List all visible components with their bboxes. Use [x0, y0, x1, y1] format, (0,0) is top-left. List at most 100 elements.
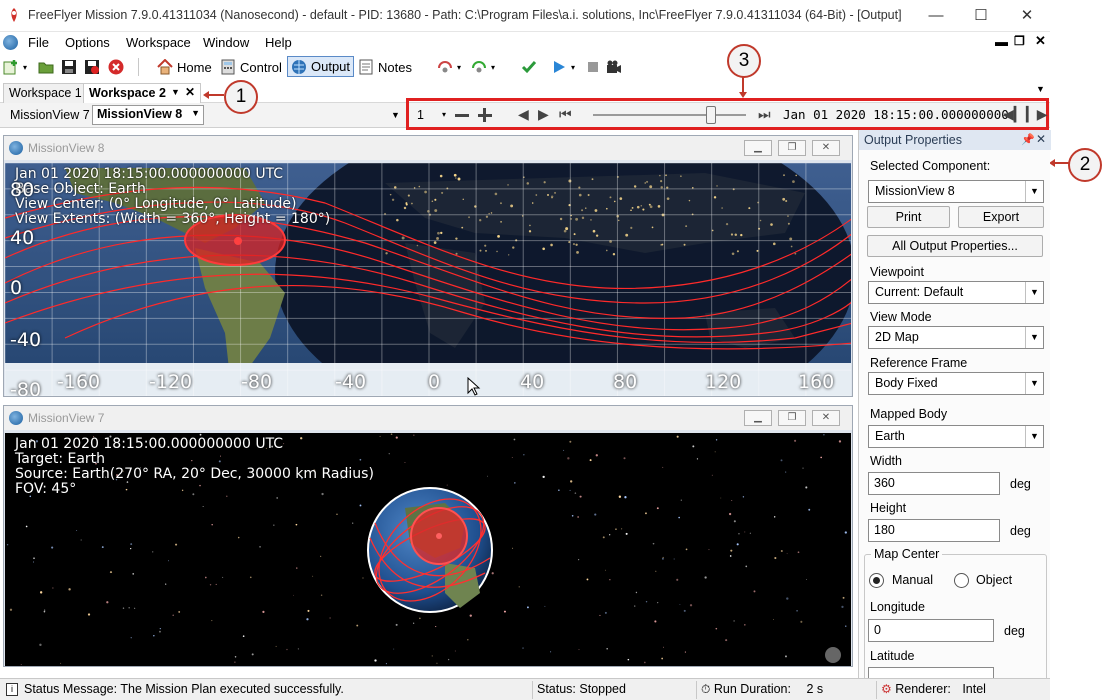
mission-view-8-title: MissionView 8 [28, 141, 105, 155]
mapped-body-select[interactable]: Earth ▼ [868, 425, 1044, 448]
overlay-epoch: Jan 01 2020 18:15:00.000000000 UTC [15, 436, 284, 452]
manual-radio[interactable] [869, 573, 884, 588]
height-input[interactable]: 180 [868, 519, 1000, 542]
play-icon [554, 61, 565, 73]
previous-view-label[interactable]: MissionView 7 [10, 108, 90, 122]
all-output-properties-button[interactable]: All Output Properties... [867, 235, 1043, 257]
menu-file[interactable]: File [28, 35, 49, 50]
close-button[interactable]: ✕ [1004, 0, 1050, 32]
longitude-input[interactable]: 0 [868, 619, 994, 642]
map-2d-canvas[interactable]: Jan 01 2020 18:15:00.000000000 UTC Base … [5, 163, 851, 396]
calculator-icon [221, 59, 235, 75]
view-mode-value: 2D Map [875, 330, 919, 344]
save-as-button[interactable] [84, 57, 100, 77]
reference-frame-select[interactable]: Body Fixed ▼ [868, 372, 1044, 395]
play-forward-icon[interactable]: ▶ [538, 106, 549, 123]
stop-square-icon [588, 62, 598, 72]
close-panel-icon[interactable]: ✕ [1036, 132, 1046, 146]
mission-view-7-window: MissionView 7 ▁ ❐ ✕ Jan 01 2020 18:15:00… [3, 405, 853, 667]
dropdown-arrow-icon: ▾ [491, 62, 496, 72]
close-tab-icon[interactable]: ✕ [185, 85, 195, 99]
minimize-button[interactable]: — [913, 0, 959, 32]
tab-workspace-2[interactable]: Workspace 2 ▼ ✕ [83, 83, 201, 103]
record-button[interactable] [606, 57, 622, 77]
viewpoint-select[interactable]: Current: Default ▼ [868, 281, 1044, 304]
pin-icon[interactable]: 📌 [1021, 133, 1035, 146]
chevron-down-icon[interactable]: ▼ [171, 87, 180, 97]
lat-tick-neg80: -80 [10, 379, 42, 396]
save-button[interactable] [61, 57, 77, 77]
increase-icon[interactable] [478, 108, 492, 122]
mdi-close-icon[interactable]: ✕ [1035, 33, 1046, 49]
mouse-cursor-icon [467, 377, 481, 396]
menu-window[interactable]: Window [203, 35, 249, 50]
longitude-label: Longitude [870, 600, 925, 614]
selected-component-select[interactable]: MissionView 8 ▼ [868, 180, 1044, 203]
step-back-icon[interactable]: ◀▎ [1003, 106, 1025, 123]
minimize-view-button[interactable]: ▁ [744, 410, 772, 426]
close-view-button[interactable]: ✕ [812, 410, 840, 426]
step-forward-button[interactable]: ▾ [471, 57, 495, 77]
stop-run-button[interactable] [585, 57, 601, 77]
maximize-button[interactable]: ☐ [958, 0, 1004, 32]
menu-help[interactable]: Help [265, 35, 292, 50]
chevron-down-icon: ▼ [1025, 327, 1043, 348]
output-button[interactable]: Output [287, 56, 355, 77]
latitude-input[interactable] [868, 667, 994, 678]
mdi-minimize-icon[interactable]: ▬ [995, 34, 1008, 49]
panel-title: Output Properties [864, 133, 962, 147]
play-reverse-icon[interactable]: ◀ [518, 106, 529, 123]
control-button[interactable]: Control [220, 57, 282, 77]
manual-radio-label: Manual [892, 573, 933, 587]
open-button[interactable] [38, 57, 54, 77]
main-toolbar: ▾ Home Control Output Notes ▾ ▾ ▾ [0, 53, 1050, 81]
restore-view-button[interactable]: ❐ [778, 410, 806, 426]
view-3d-canvas[interactable]: Jan 01 2020 18:15:00.000000000 UTC Targe… [5, 433, 851, 666]
jump-start-icon[interactable]: ⏮ [559, 106, 572, 123]
open-folder-icon [38, 62, 54, 74]
menu-workspace[interactable]: Workspace [126, 35, 191, 50]
step-forward-icon[interactable]: ▎▶ [1026, 106, 1048, 123]
time-slider-track[interactable] [593, 114, 746, 116]
close-view-button[interactable]: ✕ [812, 140, 840, 156]
compass-icon[interactable] [825, 647, 841, 663]
view-select[interactable]: MissionView 8 ▼ [92, 105, 204, 125]
jump-end-icon[interactable]: ⏭ [758, 106, 771, 123]
view-mode-select[interactable]: 2D Map ▼ [868, 326, 1044, 349]
view-options-icon[interactable]: ▼ [391, 110, 400, 120]
home-label: Home [177, 59, 212, 75]
decrease-icon[interactable] [455, 114, 469, 117]
print-button[interactable]: Print [867, 206, 950, 228]
tabs-overflow-icon[interactable]: ▼ [1036, 84, 1045, 94]
earth-icon[interactable] [3, 35, 18, 50]
map-overlay-text: Jan 01 2020 18:15:00.000000000 UTC Base … [15, 167, 330, 227]
notes-label: Notes [378, 59, 412, 75]
globe-icon [9, 141, 23, 155]
validate-button[interactable] [521, 57, 537, 77]
chevron-down-icon[interactable]: ▾ [442, 110, 446, 119]
step-back-button[interactable]: ▾ [437, 57, 461, 77]
height-unit: deg [1010, 524, 1031, 538]
chevron-down-icon: ▼ [1025, 373, 1043, 394]
width-input[interactable]: 360 [868, 472, 1000, 495]
menu-bar: File Options Workspace Window Help ▬ ❐ ✕ [0, 32, 1050, 53]
overlay-view-center: View Center: (0° Longitude, 0° Latitude) [15, 196, 297, 212]
stop-button[interactable] [108, 57, 124, 77]
home-button[interactable]: Home [157, 57, 212, 77]
tab-workspace-1[interactable]: Workspace 1 [3, 83, 88, 103]
object-radio[interactable] [954, 573, 969, 588]
time-slider-thumb[interactable] [705, 106, 716, 124]
minimize-view-button[interactable]: ▁ [744, 140, 772, 156]
restore-view-button[interactable]: ❐ [778, 140, 806, 156]
run-button[interactable]: ▾ [551, 57, 575, 77]
checkmark-icon [521, 61, 537, 74]
overlay-view-extents: View Extents: (Width = 360°, Height = 18… [15, 211, 331, 227]
export-button[interactable]: Export [958, 206, 1044, 228]
mission-view-8-window: MissionView 8 ▁ ❐ ✕ Jan 01 2020 18:15:00… [3, 135, 853, 397]
notes-button[interactable]: Notes [358, 57, 412, 77]
view-select-value: MissionView 8 [97, 107, 183, 121]
step-size-value[interactable]: 1 [417, 108, 424, 122]
mdi-restore-icon[interactable]: ❐ [1014, 34, 1025, 48]
menu-options[interactable]: Options [65, 35, 110, 50]
new-button[interactable]: ▾ [3, 57, 27, 77]
